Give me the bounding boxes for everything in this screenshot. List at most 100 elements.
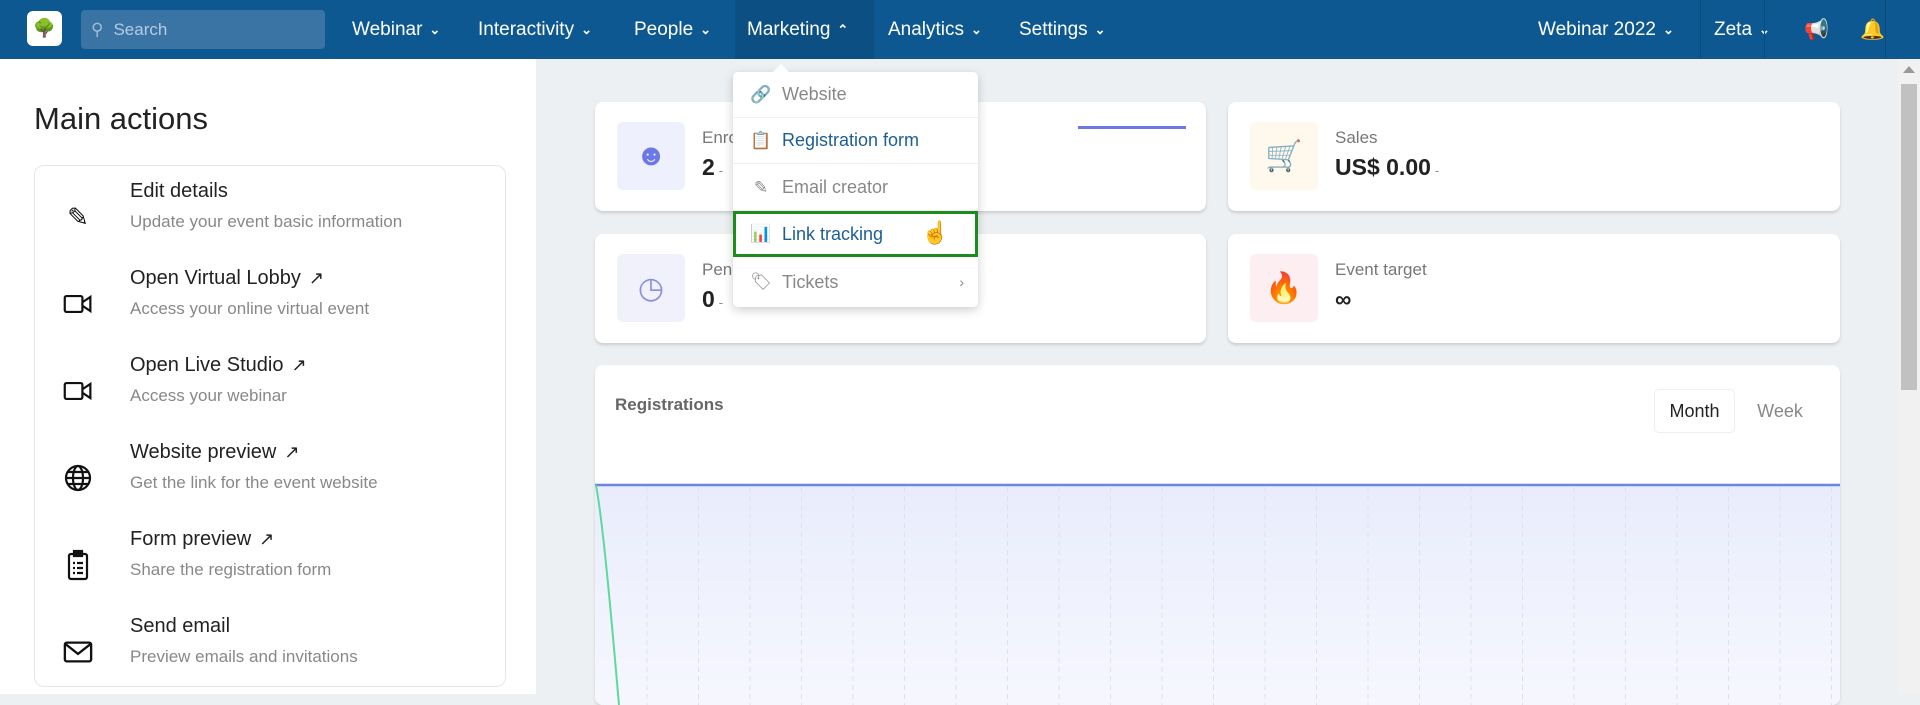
chevron-right-icon: › <box>959 274 964 290</box>
stat-value: 0 <box>702 286 715 312</box>
link-icon: 🔗 <box>750 84 772 104</box>
chevron-down-icon: ⌄ <box>581 21 592 37</box>
video-camera-icon <box>63 289 93 319</box>
menu-interactivity[interactable]: Interactivity ⌄ <box>466 0 604 59</box>
envelope-icon <box>63 637 93 667</box>
action-website-preview[interactable]: Website preview ↗ Get the link for the ev… <box>35 435 507 515</box>
bell-icon[interactable]: 🔔 <box>1848 0 1897 59</box>
menu-item-label: Link tracking <box>782 223 884 244</box>
menu-item-registration-form[interactable]: 📋 Registration form <box>733 118 978 164</box>
menu-item-label: Tickets <box>782 271 839 292</box>
area-fill <box>595 485 1840 705</box>
divider <box>1885 0 1886 59</box>
menu-item-link-tracking[interactable]: 📊 Link tracking ☝ <box>733 211 978 257</box>
event-selector[interactable]: Webinar 2022 ⌄ <box>1526 0 1686 59</box>
menu-people[interactable]: People ⌄ <box>622 0 723 59</box>
chevron-down-icon: ⌄ <box>429 21 441 37</box>
action-subtitle: Preview emails and invitations <box>130 647 358 666</box>
clock-icon: ◷ <box>617 254 685 322</box>
chevron-down-icon: ⌄ <box>1094 21 1106 37</box>
hand-cursor-icon: ☝ <box>921 220 949 245</box>
stat-value: 2 <box>702 154 715 180</box>
action-subtitle: Access your webinar <box>130 386 287 405</box>
user-name: Zeta <box>1714 18 1753 40</box>
action-edit-details[interactable]: ✎ Edit details Update your event basic i… <box>35 174 507 254</box>
action-subtitle: Access your online virtual event <box>130 299 370 318</box>
stat-value: ∞ <box>1335 286 1352 312</box>
stat-card-sales: 🛒 Sales US$ 0.00- <box>1228 102 1840 211</box>
menu-webinar[interactable]: Webinar ⌄ <box>340 0 452 59</box>
action-subtitle: Get the link for the event website <box>130 473 378 492</box>
action-open-live-studio[interactable]: Open Live Studio ↗ Access your webinar <box>35 348 507 428</box>
cart-icon: 🛒 <box>1250 122 1318 190</box>
scroll-up-icon[interactable] <box>1903 66 1915 73</box>
external-link-icon: ↗ <box>291 355 307 375</box>
edit-icon: ✎ <box>753 177 769 197</box>
stat-change: - <box>1434 163 1440 178</box>
menu-analytics[interactable]: Analytics ⌄ <box>876 0 994 59</box>
action-title: Edit details <box>130 180 228 202</box>
user-menu[interactable]: Zeta⌄ <box>1702 0 1782 59</box>
event-selector-label: Webinar 2022 <box>1538 18 1656 40</box>
menu-marketing[interactable]: Marketing ⌃ <box>735 0 874 59</box>
app-logo[interactable]: 🌳 <box>27 11 62 46</box>
search-input[interactable]: ⚲ Search <box>81 10 325 49</box>
top-nav: 🌳 ⚲ Search Webinar ⌄ Interactivity ⌄ Peopl… <box>0 0 1920 59</box>
main-actions-title: Main actions <box>34 101 209 136</box>
megaphone-icon[interactable]: 📢 <box>1792 0 1841 59</box>
scrollbar[interactable] <box>1898 59 1920 694</box>
action-title: Open Virtual Lobby <box>130 267 301 289</box>
external-link-icon: ↗ <box>308 268 324 288</box>
chart-title: Registrations <box>615 395 724 414</box>
tab-label: Week <box>1757 400 1803 421</box>
action-form-preview[interactable]: Form preview ↗ Share the registration for… <box>35 522 507 602</box>
registrations-plot <box>595 483 1840 705</box>
chevron-down-icon: ⌄ <box>1662 21 1674 37</box>
menu-label: Webinar <box>352 18 423 40</box>
stat-value: US$ 0.00 <box>1335 154 1431 180</box>
action-open-virtual-lobby[interactable]: Open Virtual Lobby ↗ Access your online v… <box>35 261 507 341</box>
action-send-email[interactable]: Send email Preview emails and invitation… <box>35 609 507 689</box>
action-title: Send email <box>130 615 231 637</box>
tag-icon: 🏷 <box>750 272 772 291</box>
action-title: Form preview <box>130 528 252 550</box>
menu-item-tickets[interactable]: 🏷 Tickets › <box>733 259 978 305</box>
chevron-down-icon: ⌄ <box>700 21 712 37</box>
menu-item-email-creator[interactable]: ✎ Email creator <box>733 165 978 211</box>
menu-settings[interactable]: Settings ⌄ <box>1007 0 1118 59</box>
clipboard-list-icon: 📋 <box>750 130 772 150</box>
menu-label: People <box>634 18 694 40</box>
menu-item-website[interactable]: 🔗 Website <box>733 72 978 118</box>
divider <box>1764 0 1765 59</box>
menu-item-label: Email creator <box>782 177 889 197</box>
flame-icon: 🔥 <box>1250 254 1318 322</box>
action-subtitle: Share the registration form <box>130 560 332 579</box>
video-camera-icon <box>63 376 93 406</box>
registrations-chart-card: Registrations Month Week <box>595 365 1840 705</box>
stat-card-event-target: 🔥 Event target ∞ <box>1228 234 1840 343</box>
pencil-icon: ✎ <box>67 201 89 232</box>
menu-label: Analytics <box>888 18 965 40</box>
tab-week[interactable]: Week <box>1740 389 1820 433</box>
chevron-up-icon: ⌃ <box>837 21 849 37</box>
chart-bar-icon: 📊 <box>750 224 772 243</box>
menu-item-label: Website <box>782 84 847 104</box>
tab-month[interactable]: Month <box>1654 389 1735 433</box>
search-placeholder: Search <box>113 19 168 39</box>
stat-change: - <box>718 163 724 178</box>
menu-item-label: Registration form <box>782 130 920 150</box>
menu-label: Interactivity <box>478 18 575 40</box>
chevron-down-icon: ⌄ <box>971 21 982 37</box>
menu-label: Marketing <box>747 18 831 40</box>
marketing-dropdown: 🔗 Website 📋 Registration form ✎ Email creat… <box>733 64 978 307</box>
search-icon: ⚲ <box>91 19 104 39</box>
globe-icon <box>63 463 93 493</box>
stat-change: - <box>718 295 724 310</box>
sparkline <box>1078 126 1186 129</box>
external-link-icon: ↗ <box>259 529 275 549</box>
scrollbar-thumb[interactable] <box>1901 84 1917 390</box>
main-actions-panel: Main actions ✎ Edit details Update your … <box>0 59 536 694</box>
main-actions-list: ✎ Edit details Update your event basic i… <box>34 165 506 687</box>
menu-label: Settings <box>1019 18 1088 40</box>
tab-label: Month <box>1669 400 1720 421</box>
